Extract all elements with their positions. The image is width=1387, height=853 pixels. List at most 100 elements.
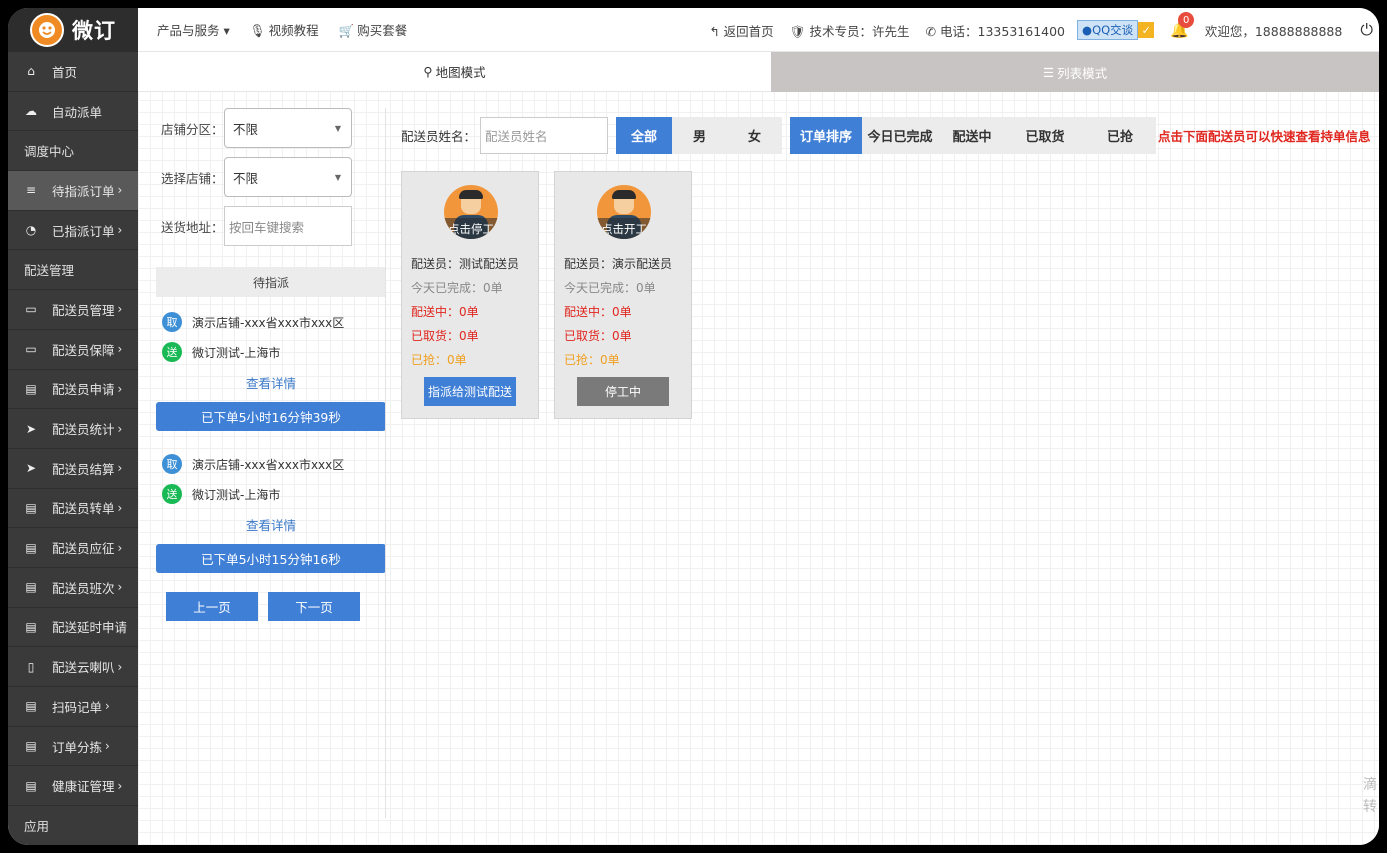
verified-icon: ✓ xyxy=(1138,22,1155,38)
sidebar-item[interactable]: ➤ 配送员结算 › xyxy=(8,449,138,489)
sidebar-item[interactable]: ▭ 配送员管理 › xyxy=(8,290,138,330)
mode-tabs: ⚲ 地图模式 ☰ 列表模式 xyxy=(138,52,1379,92)
sidebar-item[interactable]: ▤ 配送员转单 › xyxy=(8,489,138,529)
sidebar-item[interactable]: ➤ 配送员统计 › xyxy=(8,409,138,449)
courier-card[interactable]: 点击开工 配送员：演示配送员 今天已完成：0单 配送中：0单 已取货：0单 已抢：0单 停工… xyxy=(554,171,692,419)
chevron-right-icon: › xyxy=(117,461,123,476)
sidebar-item[interactable]: ▤ 健康证管理 › xyxy=(8,766,138,807)
prev-page-button[interactable]: 上一页 xyxy=(166,592,258,621)
chevron-right-icon: › xyxy=(117,540,123,555)
top-bar: 产品与服务 ▾ 🎙 视频教程 🛒 购买套餐 ↰ 返回首页 🛡 技术专员：许先生 ✆ … xyxy=(138,8,1379,52)
courier-name-label: 配送员姓名： xyxy=(401,129,477,144)
building-icon: ▤ xyxy=(25,699,37,714)
sidebar-item[interactable]: ▯ 配送云喇叭 › xyxy=(8,647,138,687)
gender-option[interactable]: 男 xyxy=(672,117,728,154)
sidebar-item[interactable]: ◔ 已指派订单 › xyxy=(8,211,138,251)
sidebar-item[interactable]: ▤ 配送员班次 › xyxy=(8,568,138,608)
sidebar-item-label: 首页 xyxy=(52,64,78,80)
sort-option[interactable]: 今日已完成 xyxy=(862,117,939,154)
chevron-right-icon: › xyxy=(117,421,123,436)
sidebar-item[interactable]: ▤ 配送延时申请 xyxy=(8,608,138,648)
microphone-icon: 🎙 xyxy=(249,23,266,38)
chevron-right-icon: › xyxy=(117,302,123,317)
pickup-badge: 取 xyxy=(162,312,182,332)
sidebar-item-label: 自动派单 xyxy=(52,104,103,120)
sidebar-item-label: 配送员管理 xyxy=(52,302,115,318)
phone-contact: ✆ 电话：13353161400 xyxy=(925,23,1066,39)
sidebar-item[interactable]: ▭ 配送员保障 › xyxy=(8,330,138,370)
logo[interactable]: 微订 xyxy=(8,8,138,52)
sidebar-item[interactable]: ⌂ 首页 xyxy=(8,52,138,92)
courier-name-input[interactable]: 配送员姓名 xyxy=(480,117,609,154)
video-tutorial-link[interactable]: 🎙 视频教程 xyxy=(250,20,319,39)
chevron-right-icon: › xyxy=(117,659,123,674)
qq-chat-button[interactable]: ●QQ交谈 xyxy=(1077,20,1139,40)
courier-action-button[interactable]: 停工中 xyxy=(577,377,669,406)
sidebar-item[interactable]: ▤ 扫码记单 › xyxy=(8,687,138,727)
courier-action-button[interactable]: 指派给测试配送 xyxy=(424,377,516,406)
sidebar-item[interactable]: ▤ 配送员申请 › xyxy=(8,370,138,410)
pickup-address: 演示店铺-xxx省xxx市xxx区 xyxy=(192,315,345,330)
main-content: ⚲ 地图模式 ☰ 列表模式 店铺分区： 不限 ▼ 选择店铺： 不限 ▼ 送货地址： 按回… xyxy=(138,52,1379,845)
logo-icon xyxy=(30,13,64,47)
sidebar-section: 应用 xyxy=(8,806,138,845)
welcome-user: 欢迎您，18888888888 xyxy=(1204,23,1343,39)
tab-map-mode[interactable]: ⚲ 地图模式 xyxy=(138,52,771,92)
send-icon: ➤ xyxy=(25,421,37,436)
sort-option[interactable]: 已取货 xyxy=(1006,117,1085,154)
chevron-right-icon: › xyxy=(117,342,123,357)
shop-select[interactable]: 不限 ▼ xyxy=(224,157,352,197)
gender-option[interactable]: 全部 xyxy=(616,117,673,154)
address-search-input[interactable]: 按回车键搜索 xyxy=(224,206,352,246)
caret-down-icon: ▼ xyxy=(334,123,341,133)
chevron-right-icon: › xyxy=(117,778,123,793)
address-label: 送货地址： xyxy=(161,219,224,235)
home-icon: ⌂ xyxy=(27,64,35,79)
area-select[interactable]: 不限 ▼ xyxy=(224,108,352,148)
chevron-right-icon: › xyxy=(105,699,110,714)
order-elapsed-button[interactable]: 已下单5小时15分钟16秒 xyxy=(156,544,386,573)
chevron-right-icon: › xyxy=(117,183,123,198)
sidebar-item-label: 配送云喇叭 xyxy=(52,660,115,676)
divider xyxy=(385,108,386,818)
view-details-link[interactable]: 查看详情 xyxy=(156,367,386,397)
sidebar-item[interactable]: ☁ 自动派单 xyxy=(8,92,138,132)
sidebar-item-label: 扫码记单 xyxy=(52,699,103,715)
courier-hint: 点击下面配送员可以快速查看持单信息 xyxy=(1158,129,1371,144)
pickup-badge: 取 xyxy=(162,454,182,474)
building-icon: ▤ xyxy=(25,540,37,555)
back-home-link[interactable]: ↰ 返回首页 xyxy=(709,21,773,40)
grabbed-count: 已抢：0单 xyxy=(564,353,620,367)
courier-avatar[interactable]: 点击停工 xyxy=(444,185,498,239)
laptop-icon: ▭ xyxy=(25,302,37,317)
reply-icon: ↰ xyxy=(709,23,720,39)
sort-option[interactable]: 订单排序 xyxy=(790,117,863,154)
courier-card[interactable]: 点击停工 配送员：测试配送员 今天已完成：0单 配送中：0单 已取货：0单 已抢：0单 指派… xyxy=(401,171,539,419)
tab-list-mode[interactable]: ☰ 列表模式 xyxy=(771,52,1379,92)
completed-today: 今天已完成：0单 xyxy=(564,281,656,295)
chevron-right-icon: › xyxy=(117,500,123,515)
sort-option[interactable]: 已抢 xyxy=(1084,117,1157,154)
sort-option[interactable]: 配送中 xyxy=(938,117,1007,154)
sidebar-item[interactable]: ▤ 配送员应征 › xyxy=(8,528,138,568)
courier-name: 配送员：演示配送员 xyxy=(564,257,673,271)
phone-icon: ✆ xyxy=(925,23,937,39)
pickup-line: 取演示店铺-xxx省xxx市xxx区 xyxy=(156,307,386,337)
sidebar-item[interactable]: ≡ 待指派订单 › xyxy=(8,171,138,211)
gender-option[interactable]: 女 xyxy=(727,117,783,154)
power-icon[interactable]: ⏻ xyxy=(1360,20,1373,40)
watermark: 滴 转 xyxy=(1363,777,1377,815)
view-details-link[interactable]: 查看详情 xyxy=(156,509,386,539)
sidebar-section: 配送管理 xyxy=(8,250,138,291)
courier-avatar[interactable]: 点击开工 xyxy=(597,185,651,239)
products-menu[interactable]: 产品与服务 ▾ xyxy=(157,20,230,39)
buy-package-link[interactable]: 🛒 购买套餐 xyxy=(339,20,408,39)
notification-button[interactable]: 🔔 0 xyxy=(1170,12,1195,39)
picked-count: 已取货：0单 xyxy=(564,329,632,343)
sidebar-item-label: 待指派订单 xyxy=(52,183,115,199)
next-page-button[interactable]: 下一页 xyxy=(268,592,360,621)
order-elapsed-button[interactable]: 已下单5小时16分钟39秒 xyxy=(156,402,386,431)
sidebar-item[interactable]: ▤ 订单分拣 › xyxy=(8,727,138,767)
cloud-icon: ☁ xyxy=(25,104,37,119)
building-icon: ▤ xyxy=(25,619,37,634)
